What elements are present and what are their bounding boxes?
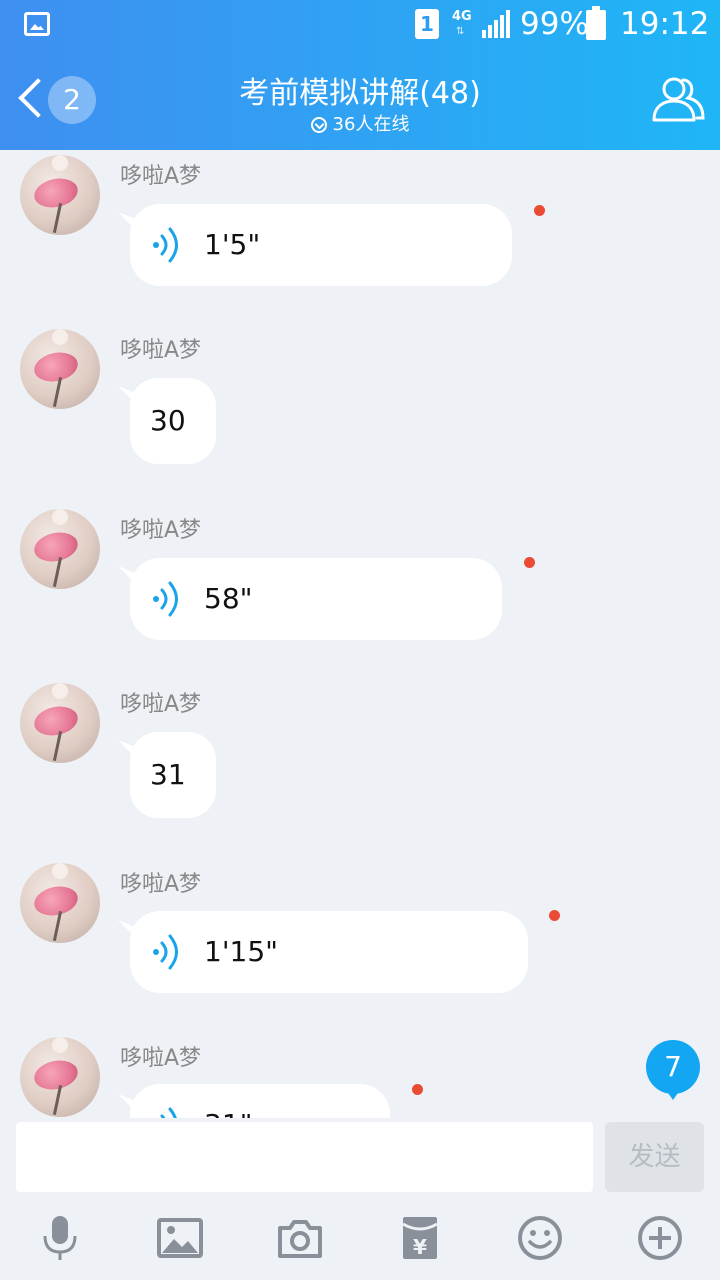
voice-wave-icon bbox=[153, 581, 178, 617]
network-type: 4G bbox=[452, 9, 472, 24]
voice-message-bubble[interactable]: 1'15" bbox=[130, 911, 528, 993]
signal-icon bbox=[482, 10, 512, 38]
sender-name: 哆啦A梦 bbox=[120, 872, 202, 897]
people-icon bbox=[652, 77, 705, 122]
status-bar: 1 4G ⇅ 99% 19:12 bbox=[0, 0, 720, 50]
voice-duration: 1'5" bbox=[204, 228, 261, 261]
avatar[interactable] bbox=[20, 683, 100, 763]
message-input[interactable] bbox=[16, 1122, 593, 1192]
clock: 19:12 bbox=[620, 6, 710, 42]
battery-icon bbox=[586, 6, 606, 40]
microphone-icon[interactable] bbox=[36, 1214, 84, 1262]
avatar[interactable] bbox=[20, 329, 100, 409]
text-message-bubble[interactable]: 31 bbox=[130, 732, 216, 818]
message-list[interactable]: 哆啦A梦 1'5" 哆啦A梦 30 哆啦A梦 58" 哆啦A梦 31 哆啦A梦 … bbox=[0, 150, 720, 1118]
voice-duration: 58" bbox=[204, 582, 253, 615]
send-button[interactable]: 发送 bbox=[605, 1122, 704, 1192]
battery-percent: 99% bbox=[520, 6, 589, 42]
online-status[interactable]: 36人在线 bbox=[0, 110, 720, 136]
top-bar: 1 4G ⇅ 99% 19:12 2 考前模拟讲解(48) 36人在线 bbox=[0, 0, 720, 150]
sender-name: 哆啦A梦 bbox=[120, 518, 202, 543]
new-messages-badge[interactable]: 7 bbox=[646, 1040, 700, 1100]
online-status-label: 36人在线 bbox=[332, 114, 410, 135]
page-title[interactable]: 考前模拟讲解(48) bbox=[0, 68, 720, 112]
gallery-notification-icon bbox=[24, 12, 50, 36]
sender-name: 哆啦A梦 bbox=[120, 692, 202, 717]
emoji-icon[interactable] bbox=[516, 1214, 564, 1262]
camera-icon[interactable] bbox=[276, 1214, 324, 1262]
voice-wave-icon bbox=[160, 1107, 177, 1118]
voice-wave-icon bbox=[153, 934, 178, 970]
sender-name: 哆啦A梦 bbox=[120, 1046, 202, 1071]
unread-dot bbox=[412, 1084, 423, 1095]
data-arrows-icon: ⇅ bbox=[456, 26, 465, 37]
unread-dot bbox=[549, 910, 560, 921]
unread-dot bbox=[534, 205, 545, 216]
image-icon[interactable] bbox=[156, 1214, 204, 1262]
group-members-button[interactable] bbox=[650, 74, 706, 126]
sender-name: 哆啦A梦 bbox=[120, 338, 202, 363]
unread-dot bbox=[524, 557, 535, 568]
voice-duration: 31" bbox=[204, 1084, 253, 1118]
voice-message-bubble[interactable]: 1'5" bbox=[130, 204, 512, 286]
plus-icon[interactable] bbox=[636, 1214, 684, 1262]
voice-message-bubble[interactable]: 31" bbox=[130, 1084, 390, 1118]
avatar[interactable] bbox=[20, 509, 100, 589]
avatar[interactable] bbox=[20, 1037, 100, 1117]
input-area: 发送 ¥ bbox=[0, 1118, 720, 1280]
red-packet-icon[interactable]: ¥ bbox=[396, 1214, 444, 1262]
sim-card-icon: 1 bbox=[415, 9, 439, 39]
avatar[interactable] bbox=[20, 155, 100, 235]
voice-wave-icon bbox=[153, 227, 178, 263]
voice-duration: 1'15" bbox=[204, 935, 279, 968]
svg-text:¥: ¥ bbox=[413, 1235, 427, 1259]
avatar[interactable] bbox=[20, 863, 100, 943]
sender-name: 哆啦A梦 bbox=[120, 164, 202, 189]
voice-message-bubble[interactable]: 58" bbox=[130, 558, 502, 640]
text-message-bubble[interactable]: 30 bbox=[130, 378, 216, 464]
chevron-down-circle-icon bbox=[310, 117, 327, 133]
